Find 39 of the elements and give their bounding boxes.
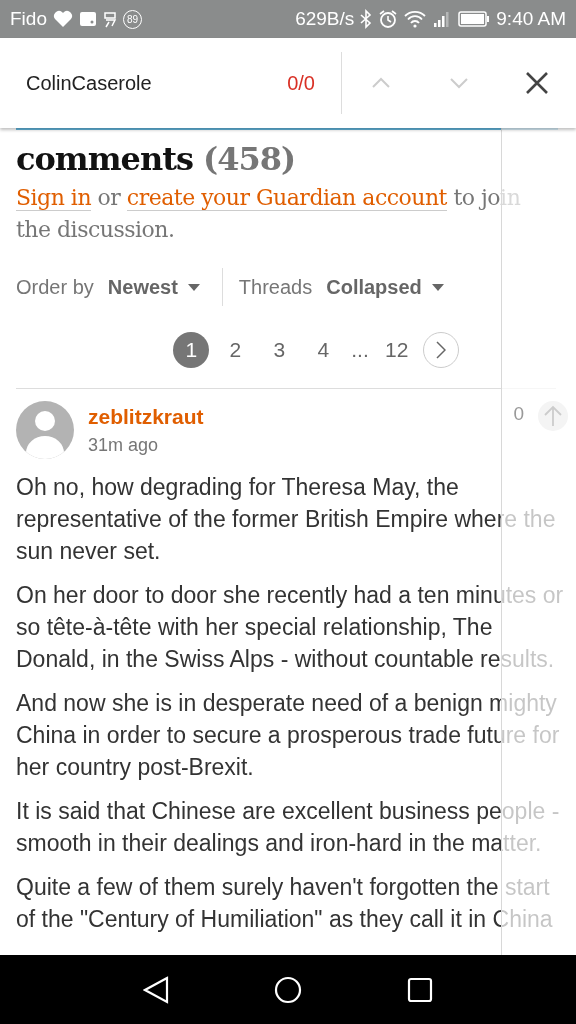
comment-author[interactable]: zeblitzkraut [88,404,500,429]
home-button[interactable] [274,975,302,1004]
caret-icon [187,283,200,291]
page-button[interactable]: 4 [305,332,342,368]
comments-heading: comments (458) [16,140,297,178]
comment-paragraph: It is said that Chinese are excellent business people - smooth in their dealings and iron-hard in the matter. [16,797,561,858]
battery-icon [458,10,491,28]
heart-icon [52,10,73,28]
wifi-icon [404,10,427,28]
order-dropdown[interactable]: Newest [107,275,200,299]
create-account-link[interactable]: create your Guardian account [126,185,447,211]
caret-icon [431,283,444,291]
network-speed: 629B/s [295,8,355,30]
match-count: 0/0 [287,71,316,95]
sign-in-link[interactable]: Sign in [16,185,92,211]
chevron-down-icon [449,77,469,89]
bluetooth-icon [360,9,373,29]
page-button[interactable]: 12 [378,332,415,368]
page-button[interactable]: 3 [261,332,298,368]
chevron-right-icon [435,341,446,359]
clock: 9:40 AM [496,8,566,30]
page-button[interactable]: 1 [173,332,210,368]
wallet-icon [78,10,97,28]
close-icon [525,71,549,95]
threads-label: Threads [238,275,313,299]
page-button[interactable]: 2 [217,332,254,368]
back-button[interactable] [142,975,169,1004]
arrow-up-icon [543,405,563,427]
app-icon [102,10,117,28]
comment-time: 31m ago [88,434,160,456]
page-ellipsis: ... [350,338,370,362]
alarm-icon [378,9,399,29]
vote-count: 0 [513,403,524,425]
order-by-label: Order by [16,275,94,299]
chevron-up-icon [371,77,391,89]
recents-button[interactable] [407,976,434,1003]
threads-dropdown[interactable]: Collapsed [326,275,444,299]
carrier-name: Fido [10,8,47,30]
find-query[interactable]: ColinCaserole [0,71,288,95]
